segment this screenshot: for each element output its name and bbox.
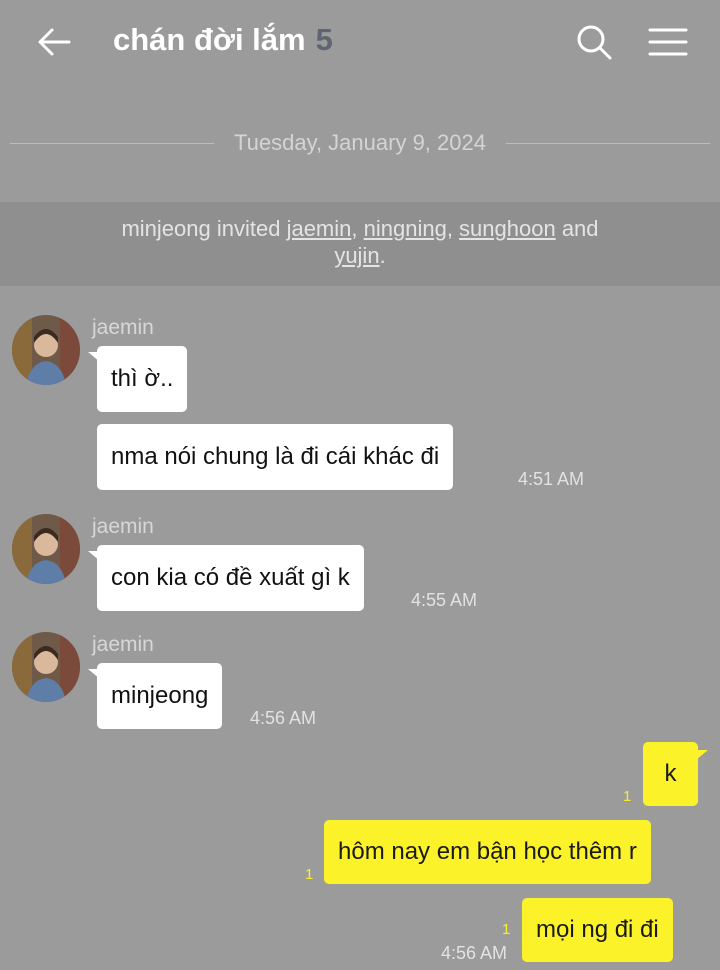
message-bubble[interactable]: thì ờ.. xyxy=(97,346,188,412)
profile-photo-icon xyxy=(12,514,80,584)
menu-button[interactable] xyxy=(646,22,690,62)
date-label: Tuesday, January 9, 2024 xyxy=(10,130,710,156)
my-message-bubble[interactable]: k xyxy=(643,742,698,806)
date-divider: Tuesday, January 9, 2024 xyxy=(10,128,710,160)
message-time: 4:56 AM xyxy=(441,943,508,963)
invitee-link[interactable]: sunghoon xyxy=(459,216,556,241)
message-time: 4:51 AM xyxy=(518,469,585,489)
message-bubble[interactable]: minjeong xyxy=(97,663,223,729)
my-message-bubble[interactable]: mọi ng đi đi xyxy=(522,898,673,962)
member-count: 5 xyxy=(315,22,333,57)
sender-name: jaemin xyxy=(92,316,154,339)
sender-avatar[interactable] xyxy=(12,315,80,385)
inviter-name: minjeong xyxy=(121,216,211,241)
system-notice: minjeong invited jaemin, ningning, sungh… xyxy=(0,202,720,286)
sender-name: jaemin xyxy=(92,633,154,656)
chat-screen: chán đời lắm 5 Tuesday, January 9, 2024 m… xyxy=(0,0,720,970)
menu-icon xyxy=(648,28,688,56)
unread-count: 1 xyxy=(305,866,314,883)
unread-count: 1 xyxy=(502,921,511,938)
profile-photo-icon xyxy=(12,632,80,702)
notice-text: minjeong invited jaemin, ningning, sungh… xyxy=(121,216,599,268)
profile-photo-icon xyxy=(12,315,80,385)
search-button[interactable] xyxy=(574,22,614,62)
sender-name: jaemin xyxy=(92,515,154,538)
message-bubble[interactable]: nma nói chung là đi cái khác đi xyxy=(97,424,454,490)
invitee-link[interactable]: jaemin xyxy=(287,216,352,241)
unread-count: 1 xyxy=(623,788,632,805)
invitee-link[interactable]: ningning xyxy=(364,216,447,241)
message-time: 4:56 AM xyxy=(250,708,317,728)
message-bubble[interactable]: con kia có đề xuất gì k xyxy=(97,545,364,611)
sender-avatar[interactable] xyxy=(12,632,80,702)
chat-title: chán đời lắm 5 xyxy=(113,22,333,58)
arrow-left-icon xyxy=(38,28,71,56)
search-icon xyxy=(577,25,612,60)
chat-header: chán đời lắm 5 xyxy=(0,0,720,84)
my-message-bubble[interactable]: hôm nay em bận học thêm r xyxy=(324,820,651,884)
invitee-link[interactable]: yujin xyxy=(334,243,379,268)
back-button[interactable] xyxy=(34,22,74,62)
message-time: 4:55 AM xyxy=(411,590,478,610)
sender-avatar[interactable] xyxy=(12,514,80,584)
chat-name: chán đời lắm xyxy=(113,22,306,57)
